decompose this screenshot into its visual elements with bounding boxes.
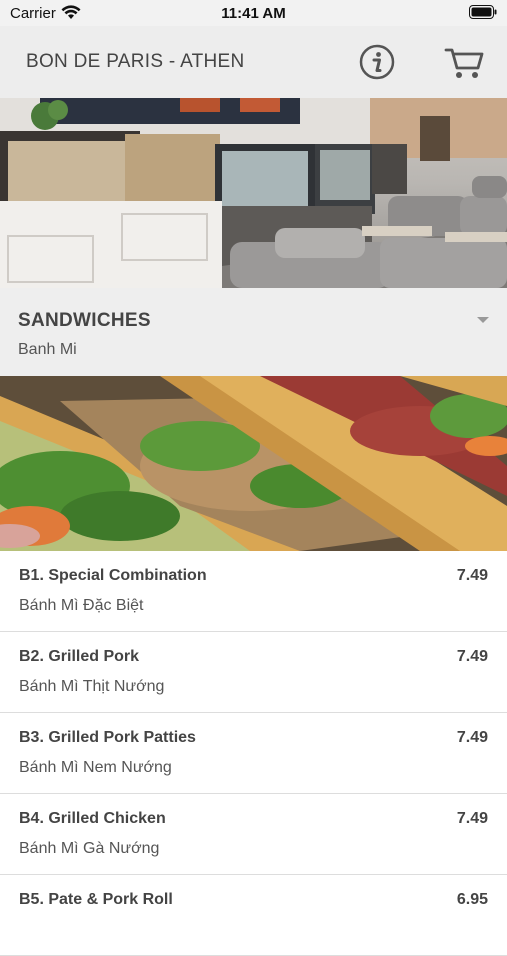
item-name: B2. Grilled Pork [19,648,140,665]
sandwich-image [0,376,507,551]
menu-item[interactable]: B4. Grilled Chicken 7.49 Bánh Mì Gà Nướn… [0,794,507,875]
menu-item[interactable]: B5. Pate & Pork Roll 6.95 [0,875,507,956]
item-subtitle: Bánh Mì Đặc Biệt [19,597,144,614]
banh-mi-photo [0,376,507,551]
item-subtitle: Bánh Mì Thịt Nướng [19,678,165,695]
app-title: BON DE PARIS - ATHEN [26,51,245,72]
item-name: B3. Grilled Pork Patties [19,729,196,746]
info-icon[interactable] [357,42,397,82]
navigation-bar: BON DE PARIS - ATHEN [0,26,507,98]
menu-item[interactable]: B2. Grilled Pork 7.49 Bánh Mì Thịt Nướng [0,632,507,713]
item-subtitle: Bánh Mì Nem Nướng [19,759,172,776]
item-price: 7.49 [456,648,488,665]
category-subtitle: Banh Mi [18,341,77,358]
item-price: 7.49 [456,810,488,827]
menu-list: B1. Special Combination 7.49 Bánh Mì Đặc… [0,551,507,956]
cart-icon[interactable] [442,42,486,82]
item-name: B1. Special Combination [19,567,207,584]
item-name: B4. Grilled Chicken [19,810,166,827]
status-time: 11:41 AM [221,5,286,22]
status-bar: Carrier 11:41 AM [0,0,507,26]
category-title: SANDWICHES [18,310,151,331]
menu-item[interactable]: B1. Special Combination 7.49 Bánh Mì Đặc… [0,551,507,632]
menu-item[interactable]: B3. Grilled Pork Patties 7.49 Bánh Mì Ne… [0,713,507,794]
item-price: 7.49 [456,729,488,746]
item-name: B5. Pate & Pork Roll [19,891,173,908]
battery-icon [469,5,497,19]
category-selector[interactable]: SANDWICHES Banh Mi [0,288,507,376]
item-price: 7.49 [456,567,488,584]
store-photo: BON DE PARIS - ATHEN [0,26,507,288]
item-price: 6.95 [456,891,488,908]
item-subtitle: Bánh Mì Gà Nướng [19,840,160,857]
chevron-down-icon[interactable] [476,316,490,324]
